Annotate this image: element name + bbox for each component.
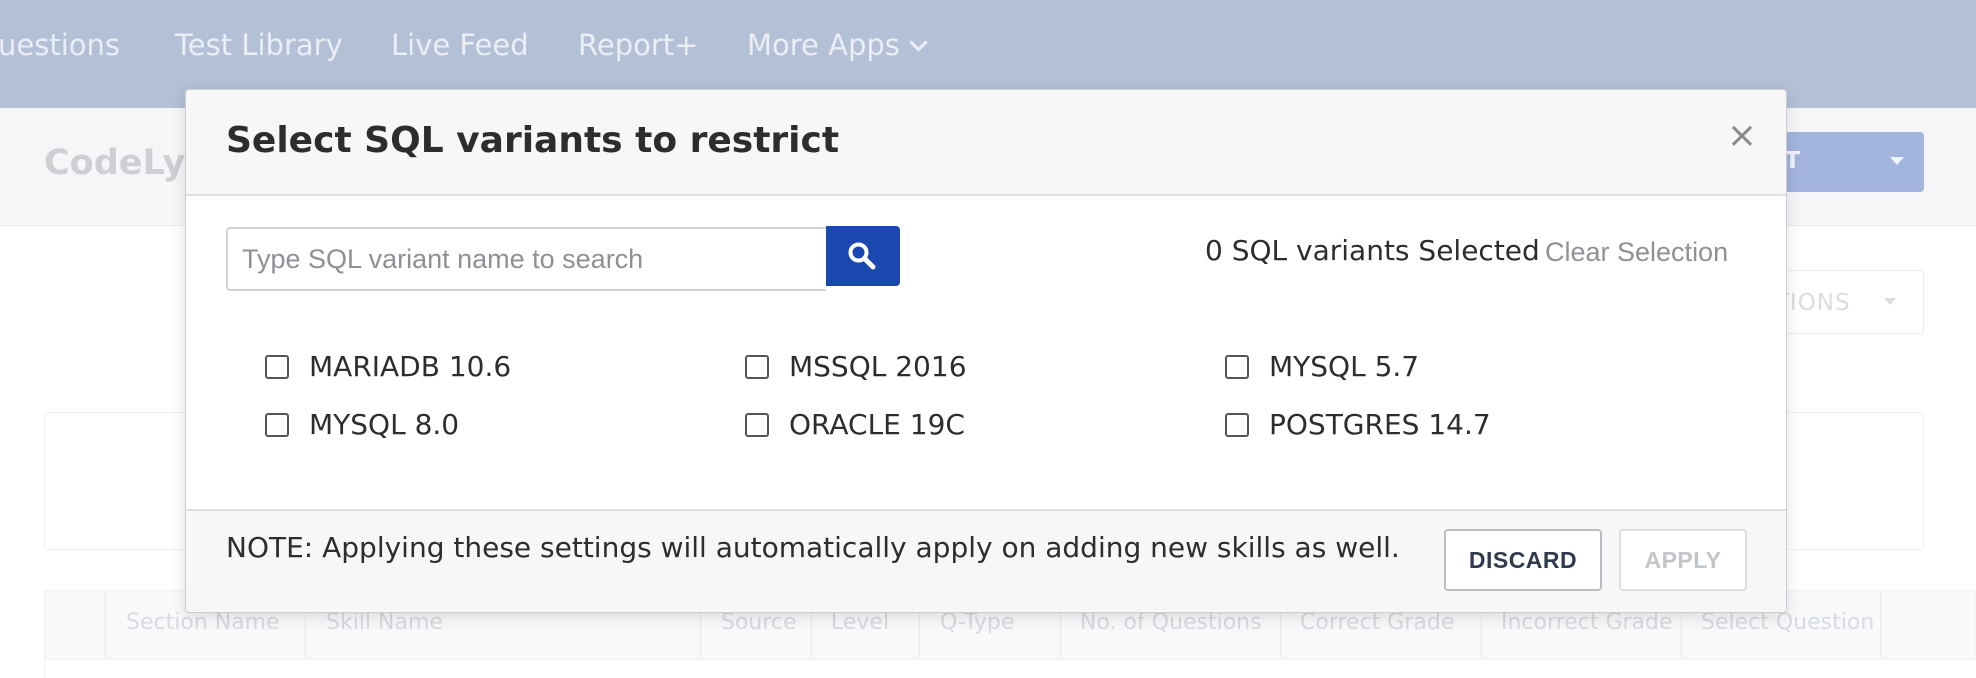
close-icon[interactable]: × bbox=[1722, 116, 1762, 156]
modal-title: Select SQL variants to restrict bbox=[226, 120, 840, 161]
option-checkbox[interactable] bbox=[745, 354, 769, 379]
settings-note: NOTE: Applying these settings will autom… bbox=[226, 531, 1400, 564]
option-label: MYSQL 5.7 bbox=[1269, 350, 1420, 383]
option-label: POSTGRES 14.7 bbox=[1269, 408, 1491, 441]
option-mysql-5-7[interactable]: MYSQL 5.7 bbox=[1225, 350, 1419, 383]
option-checkbox[interactable] bbox=[1225, 412, 1249, 437]
option-mssql-2016[interactable]: MSSQL 2016 bbox=[745, 350, 967, 383]
option-label: MYSQL 8.0 bbox=[309, 408, 460, 441]
option-label: MARIADB 10.6 bbox=[309, 350, 512, 383]
option-mysql-8-0[interactable]: MYSQL 8.0 bbox=[265, 408, 459, 441]
apply-button[interactable]: APPLY bbox=[1619, 529, 1747, 591]
selected-count: 0 SQL variants Selected bbox=[1205, 234, 1540, 267]
search-input[interactable] bbox=[226, 227, 826, 291]
sql-variants-modal: Select SQL variants to restrict × 0 SQL … bbox=[185, 89, 1787, 613]
option-oracle-19c[interactable]: ORACLE 19C bbox=[745, 408, 965, 441]
option-checkbox[interactable] bbox=[265, 354, 289, 379]
modal-header: Select SQL variants to restrict × bbox=[186, 90, 1786, 196]
search-icon bbox=[848, 242, 876, 270]
discard-button[interactable]: DISCARD bbox=[1444, 529, 1602, 591]
option-checkbox[interactable] bbox=[265, 412, 289, 437]
search-button[interactable] bbox=[826, 226, 900, 286]
option-checkbox[interactable] bbox=[745, 412, 769, 437]
option-label: MSSQL 2016 bbox=[789, 350, 967, 383]
clear-selection-link[interactable]: Clear Selection bbox=[1545, 237, 1728, 268]
option-checkbox[interactable] bbox=[1225, 354, 1249, 379]
option-mariadb-10-6[interactable]: MARIADB 10.6 bbox=[265, 350, 511, 383]
option-label: ORACLE 19C bbox=[789, 408, 965, 441]
option-postgres-14-7[interactable]: POSTGRES 14.7 bbox=[1225, 408, 1491, 441]
